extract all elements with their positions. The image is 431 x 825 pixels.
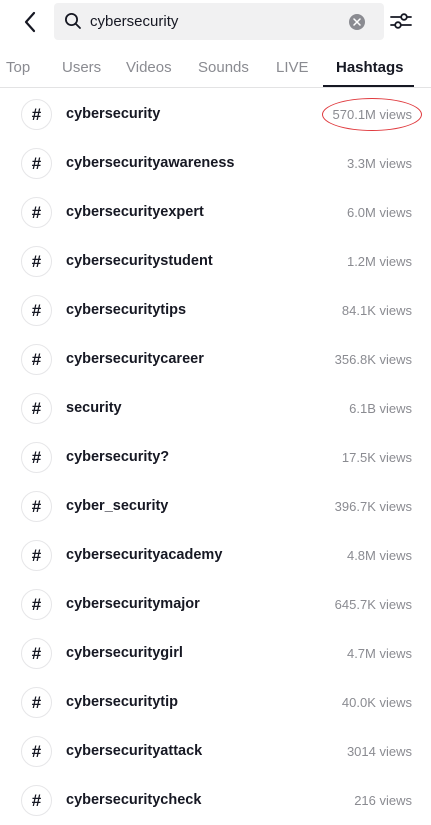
hashtag-views: 4.8M views <box>346 548 412 563</box>
hashtag-views: 3.3M views <box>346 156 412 171</box>
search-tabs: Top Users Videos Sounds LIVE Hashtags <box>0 48 431 88</box>
hashtag-views: 17.5K views <box>341 450 412 465</box>
back-button[interactable] <box>14 6 46 38</box>
hashtag-icon: # <box>21 638 52 669</box>
hashtag-name: cybersecurityattack <box>66 743 203 759</box>
hashtag-row[interactable]: # cybersecuritycheck 216 views <box>0 776 431 825</box>
hashtag-icon: # <box>21 295 52 326</box>
hashtag-row[interactable]: # cybersecurityawareness 3.3M views <box>0 139 431 188</box>
hashtag-views: 6.0M views <box>346 205 412 220</box>
tab-hashtags[interactable]: Hashtags <box>336 59 404 76</box>
hashtag-row[interactable]: # cybersecuritycareer 356.8K views <box>0 335 431 384</box>
hashtag-icon: # <box>21 442 52 473</box>
hashtag-row[interactable]: # cybersecurityacademy 4.8M views <box>0 531 431 580</box>
hashtag-icon: # <box>21 785 52 816</box>
hashtag-row[interactable]: # cybersecurityattack 3014 views <box>0 727 431 776</box>
tab-live[interactable]: LIVE <box>276 59 309 76</box>
hashtag-name: cybersecurityexpert <box>66 204 204 220</box>
hashtag-icon: # <box>21 246 52 277</box>
hashtag-views: 3014 views <box>346 744 412 759</box>
hashtag-icon: # <box>21 491 52 522</box>
hashtag-row[interactable]: # cybersecuritytip 40.0K views <box>0 678 431 727</box>
hashtag-icon: # <box>21 540 52 571</box>
hashtag-views: 40.0K views <box>341 695 412 710</box>
hashtag-icon: # <box>21 344 52 375</box>
hashtag-views: 1.2M views <box>346 254 412 269</box>
hashtag-name: cybersecurityacademy <box>66 547 223 563</box>
hashtag-name: cybersecuritygirl <box>66 645 183 661</box>
filter-button[interactable] <box>387 6 415 36</box>
hashtag-views: 356.8K views <box>334 352 412 367</box>
hashtag-icon: # <box>21 197 52 228</box>
hashtag-name: cybersecuritytips <box>66 302 187 318</box>
hashtag-name: cybersecurity <box>66 106 161 122</box>
hashtag-icon: # <box>21 736 52 767</box>
tab-videos[interactable]: Videos <box>126 59 172 76</box>
search-input[interactable] <box>90 3 340 40</box>
hashtag-row[interactable]: # cybersecurity? 17.5K views <box>0 433 431 482</box>
active-tab-indicator <box>323 85 414 87</box>
hashtag-icon: # <box>21 687 52 718</box>
hashtag-views: 396.7K views <box>334 499 412 514</box>
tab-top[interactable]: Top <box>6 59 30 76</box>
hashtag-name: cybersecuritycareer <box>66 351 204 367</box>
hashtag-name: cyber_security <box>66 498 169 514</box>
hashtag-icon: # <box>21 393 52 424</box>
hashtag-icon: # <box>21 99 52 130</box>
tab-users[interactable]: Users <box>62 59 101 76</box>
chevron-left-icon <box>24 11 36 33</box>
hashtag-views: 4.7M views <box>346 646 412 661</box>
hashtag-name: cybersecuritystudent <box>66 253 213 269</box>
hashtag-icon: # <box>21 589 52 620</box>
hashtag-row[interactable]: # cybersecurityexpert 6.0M views <box>0 188 431 237</box>
hashtag-row[interactable]: # cybersecuritytips 84.1K views <box>0 286 431 335</box>
clear-search-button[interactable] <box>349 14 365 30</box>
hashtag-row[interactable]: # cybersecuritymajor 645.7K views <box>0 580 431 629</box>
hashtag-name: cybersecurity? <box>66 449 170 465</box>
hashtag-name: security <box>66 400 122 416</box>
close-icon <box>353 18 361 26</box>
sliders-icon <box>390 13 412 29</box>
search-header <box>0 0 431 44</box>
hashtag-row[interactable]: # cybersecuritygirl 4.7M views <box>0 629 431 678</box>
hashtag-views: 6.1B views <box>349 401 412 416</box>
hashtag-name: cybersecuritycheck <box>66 792 202 808</box>
tab-sounds[interactable]: Sounds <box>198 59 249 76</box>
hashtag-row[interactable]: # cyber_security 396.7K views <box>0 482 431 531</box>
hashtag-views: 645.7K views <box>334 597 412 612</box>
hashtag-name: cybersecuritymajor <box>66 596 200 612</box>
search-icon <box>65 13 81 29</box>
hashtag-name: cybersecurityawareness <box>66 155 235 171</box>
hashtag-views: 570.1M views <box>332 107 412 122</box>
search-box[interactable] <box>54 3 384 40</box>
hashtag-views: 84.1K views <box>341 303 412 318</box>
hashtag-row[interactable]: # cybersecurity 570.1M views <box>0 90 431 139</box>
hashtag-row[interactable]: # cybersecuritystudent 1.2M views <box>0 237 431 286</box>
hashtag-icon: # <box>21 148 52 179</box>
hashtag-row[interactable]: # security 6.1B views <box>0 384 431 433</box>
hashtag-name: cybersecuritytip <box>66 694 179 710</box>
hashtag-views: 216 views <box>354 793 412 808</box>
